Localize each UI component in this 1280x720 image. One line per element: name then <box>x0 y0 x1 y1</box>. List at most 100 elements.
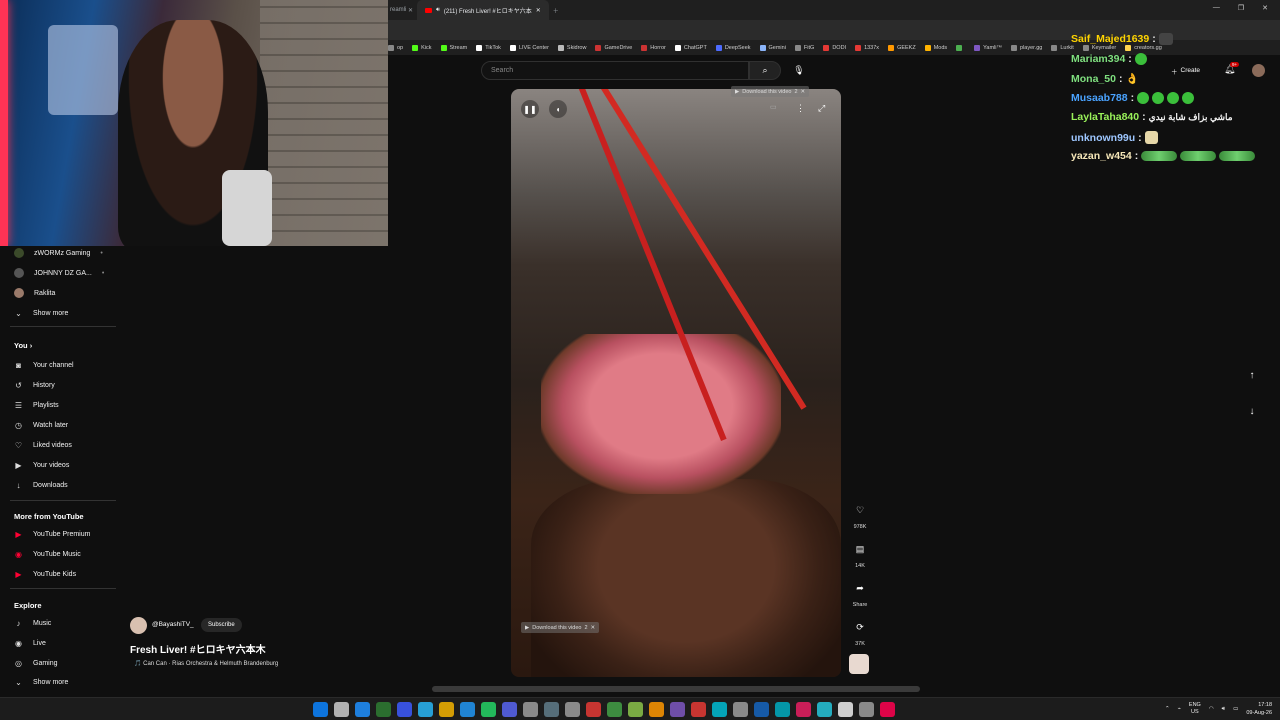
taskbar-app-icon[interactable] <box>649 702 664 717</box>
channel-name[interactable]: @BayashiTV_ <box>152 621 194 628</box>
bookmark-item[interactable]: Lurkit <box>1051 44 1074 51</box>
taskbar-app-icon[interactable] <box>355 702 370 717</box>
bookmark-item[interactable]: GEEKZ <box>888 44 916 51</box>
taskbar-app-icon[interactable] <box>775 702 790 717</box>
minimize-icon[interactable]: — <box>1213 4 1220 12</box>
bookmark-item[interactable]: Stream <box>440 44 467 51</box>
taskbar-app-icon[interactable] <box>418 702 433 717</box>
bookmark-item[interactable]: Gemini <box>759 44 786 51</box>
sidebar-item-sub-0[interactable]: zWORMz Gaming • <box>0 244 118 262</box>
new-tab-button[interactable]: ＋ <box>549 0 563 20</box>
lang-indicator[interactable]: ENG US <box>1189 702 1201 716</box>
bookmark-item[interactable]: ChatGPT <box>674 44 707 51</box>
close-icon[interactable]: ✕ <box>536 7 541 14</box>
taskbar-app-icon[interactable] <box>796 702 811 717</box>
download-video-button[interactable]: ▶ Download this video 2 ✕ <box>731 86 810 97</box>
battery-icon[interactable]: ▭ <box>1233 706 1238 712</box>
volume-icon[interactable]: 🔊︎ <box>1222 706 1225 713</box>
sidebar-item-sub-1[interactable]: JOHNNY DZ GA... • <box>0 264 118 282</box>
captions-icon[interactable]: ▭ <box>770 103 777 111</box>
music-credit[interactable]: 🎵 Can Can · Rias Orchestra & Helmuth Bra… <box>134 660 278 667</box>
sidebar-item-watch-later[interactable]: ◷ Watch later <box>0 416 118 434</box>
bookmark-item[interactable]: player.gg <box>1011 44 1042 51</box>
sidebar-item-live[interactable]: ◉ Live <box>0 634 118 652</box>
taskbar-app-icon[interactable] <box>838 702 853 717</box>
taskbar-app-icon[interactable] <box>859 702 874 717</box>
bookmark-item[interactable]: op <box>388 44 403 51</box>
taskbar-app-icon[interactable] <box>397 702 412 717</box>
sound-avatar[interactable] <box>849 654 869 674</box>
bookmark-item[interactable]: Kick <box>412 44 432 51</box>
bookmark-item[interactable]: TikTok <box>476 44 501 51</box>
taskbar-app-icon[interactable] <box>523 702 538 717</box>
next-short-button[interactable]: ↓ <box>1243 402 1261 420</box>
taskbar-app-icon[interactable] <box>460 702 475 717</box>
taskbar-app-icon[interactable] <box>544 702 559 717</box>
bookmark-item[interactable] <box>956 44 965 51</box>
tab-previous[interactable]: reamli ✕ <box>386 0 417 20</box>
bookmark-item[interactable]: GameDrive <box>595 44 632 51</box>
create-button[interactable]: ＋ Create <box>1171 64 1200 77</box>
taskbar-app-icon[interactable] <box>817 702 832 717</box>
bookmark-item[interactable]: Mods <box>924 44 947 51</box>
taskbar-app-icon[interactable] <box>607 702 622 717</box>
taskbar-app-icon[interactable] <box>376 702 391 717</box>
sidebar-item-downloads[interactable]: ↓ Downloads <box>0 476 118 494</box>
like-button[interactable]: ♡ <box>850 500 870 520</box>
subscribe-button[interactable]: Subscribe <box>201 618 242 632</box>
bookmark-item[interactable]: DODI <box>823 44 846 51</box>
channel-avatar[interactable] <box>130 617 147 634</box>
sidebar-item-playlists[interactable]: ☰ Playlists <box>0 396 118 414</box>
taskbar-app-icon[interactable] <box>586 702 601 717</box>
shorts-video-player[interactable]: ❚❚ ◖ ▭ ⋮ ⤢ <box>511 89 841 677</box>
taskbar-app-icon[interactable] <box>880 702 895 717</box>
account-avatar[interactable] <box>1252 64 1265 77</box>
close-window-icon[interactable]: ✕ <box>1262 4 1268 12</box>
maximize-icon[interactable]: ❐ <box>1238 4 1244 12</box>
sidebar-item-youtube-premium[interactable]: ▶ YouTube Premium <box>0 525 118 543</box>
sidebar-item-music[interactable]: ♪ Music <box>0 614 118 632</box>
taskbar-app-icon[interactable] <box>565 702 580 717</box>
tab-active[interactable]: 🔊︎ (211) Fresh Liver! #ヒロキヤ六本 ✕ <box>417 0 549 20</box>
network-icon[interactable]: ⌁ <box>1178 706 1181 712</box>
bookmark-item[interactable]: 1337x <box>855 44 879 51</box>
taskbar-app-icon[interactable] <box>691 702 706 717</box>
remix-button[interactable]: ⟳ <box>850 617 870 637</box>
taskbar-app-icon[interactable] <box>502 702 517 717</box>
you-heading[interactable]: You › <box>14 341 32 350</box>
clock[interactable]: 17:18 09-Aug-26 <box>1246 701 1272 717</box>
taskbar-app-icon[interactable] <box>628 702 643 717</box>
taskbar-app-icon[interactable] <box>733 702 748 717</box>
wifi-icon[interactable]: ◠ <box>1209 706 1214 712</box>
previous-short-button[interactable]: ↑ <box>1243 366 1261 384</box>
sidebar-item-your-videos[interactable]: ▶ Your videos <box>0 456 118 474</box>
video-progress-bar[interactable] <box>432 686 920 692</box>
sidebar-item-liked-videos[interactable]: ♡ Liked videos <box>0 436 118 454</box>
pause-button[interactable]: ❚❚ <box>521 100 539 118</box>
sidebar-item-youtube-kids[interactable]: ▶ YouTube Kids <box>0 565 118 583</box>
show-more-button[interactable]: ⌄ Show more <box>0 304 118 322</box>
video-title[interactable]: Fresh Liver! #ヒロキヤ六本木 <box>130 641 266 656</box>
taskbar-app-icon[interactable] <box>754 702 769 717</box>
taskbar-app-icon[interactable] <box>334 702 349 717</box>
sidebar-item-gaming[interactable]: ◎ Gaming <box>0 654 118 672</box>
show-more-button[interactable]: ⌄ Show more <box>0 673 118 691</box>
more-options-icon[interactable]: ⋮ <box>796 103 805 114</box>
bookmark-item[interactable]: Skidrow <box>557 44 586 51</box>
speaker-icon[interactable]: 🔊︎ <box>436 7 440 14</box>
close-icon[interactable]: ✕ <box>408 7 413 14</box>
voice-search-button[interactable]: 🎙︎ <box>791 62 807 78</box>
close-icon[interactable]: ✕ <box>801 89 806 95</box>
taskbar-app-icon[interactable] <box>712 702 727 717</box>
bookmark-item[interactable]: DeepSeek <box>715 44 751 51</box>
sidebar-item-your-channel[interactable]: ◙ Your channel <box>0 356 118 374</box>
comments-button[interactable]: ▤ <box>850 539 870 559</box>
search-button[interactable]: ⌕ <box>749 61 781 80</box>
taskbar-app-icon[interactable] <box>313 702 328 717</box>
bookmark-item[interactable]: Yamli™ <box>974 44 1002 51</box>
close-icon[interactable]: ✕ <box>591 625 596 631</box>
sidebar-item-sub-2[interactable]: Raklita <box>0 284 118 302</box>
bookmark-item[interactable]: creators.gg <box>1125 44 1162 51</box>
taskbar-app-icon[interactable] <box>481 702 496 717</box>
chevron-up-icon[interactable]: ⌃ <box>1165 706 1170 712</box>
